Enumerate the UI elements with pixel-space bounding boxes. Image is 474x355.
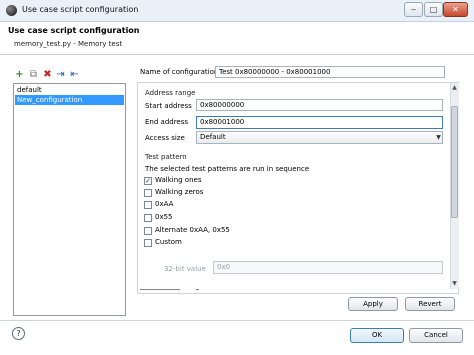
end-address-label: End address [145, 118, 189, 126]
chevron-down-icon[interactable]: ▼ [434, 131, 443, 144]
start-address-label: Start address [145, 102, 192, 110]
footer-divider [0, 320, 474, 321]
close-button[interactable]: ✕ [443, 2, 468, 17]
configuration-list[interactable]: default New_configuration [13, 83, 126, 316]
custom-pattern-label: Custom [155, 238, 182, 246]
maximize-button[interactable]: □ [424, 2, 443, 17]
access-size-select[interactable]: Default [196, 131, 443, 144]
test-pattern-description: The selected test patterns are run in se… [145, 165, 310, 173]
access-size-label: Access size [145, 134, 185, 142]
help-icon[interactable]: ? [12, 327, 25, 340]
test-pattern-group-title: Test pattern [145, 153, 187, 161]
bit32-value-input: 0x0 [213, 261, 443, 274]
clipped-next-field-input [196, 289, 199, 290]
alternate-pattern-label: Alternate 0xAA, 0x55 [155, 226, 230, 234]
start-address-input[interactable]: 0x80000000 [196, 99, 443, 111]
new-configuration-icon[interactable]: + [14, 69, 25, 80]
pattern-0xaa-label: 0xAA [155, 200, 174, 208]
duplicate-configuration-icon[interactable]: ⧉ [28, 69, 39, 80]
revert-button[interactable]: Revert [405, 297, 455, 311]
configuration-name-label: Name of configuration: [140, 68, 221, 76]
configuration-item-new-configuration[interactable]: New_configuration [15, 95, 124, 105]
end-address-input[interactable]: 0x80001000 [196, 116, 443, 129]
walking-ones-label: Walking ones [155, 176, 202, 184]
window-titlebar: Use case script configuration [0, 0, 474, 22]
scrollbar-thumb[interactable] [451, 106, 458, 218]
delete-configuration-icon[interactable]: ✖ [42, 69, 53, 80]
apply-button[interactable]: Apply [348, 297, 398, 311]
scroll-up-arrow-icon[interactable]: ▲ [451, 84, 458, 92]
header-divider [0, 54, 474, 55]
walking-zeros-label: Walking zeros [155, 188, 204, 196]
window-title: Use case script configuration [22, 5, 139, 14]
walking-zeros-checkbox[interactable] [144, 189, 152, 197]
walking-ones-checkbox[interactable]: ✓ [144, 177, 152, 185]
configuration-name-input[interactable]: Test 0x80000000 - 0x80001000 [215, 66, 445, 78]
pattern-0xaa-checkbox[interactable] [144, 201, 152, 209]
address-range-group-title: Address range [145, 89, 196, 97]
clipped-next-field-label [140, 289, 180, 290]
pattern-0x55-checkbox[interactable] [144, 214, 152, 222]
export-configuration-icon[interactable]: ⇤ [69, 69, 80, 80]
alternate-pattern-checkbox[interactable] [144, 227, 152, 235]
dialog-title: Use case script configuration [8, 26, 140, 35]
dialog-subtitle: memory_test.py - Memory test [14, 40, 123, 48]
cancel-button[interactable]: Cancel [409, 328, 463, 343]
pattern-0x55-label: 0x55 [155, 213, 173, 221]
import-configuration-icon[interactable]: ⇥ [55, 69, 66, 80]
ok-button[interactable]: OK [350, 328, 404, 343]
custom-pattern-checkbox[interactable] [144, 239, 152, 247]
configuration-item-default[interactable]: default [15, 85, 124, 95]
bit32-value-label: 32-bit value [164, 265, 206, 273]
minimize-button[interactable]: ‒ [404, 2, 423, 17]
app-icon [6, 5, 17, 16]
scroll-down-arrow-icon[interactable]: ▼ [451, 280, 458, 288]
